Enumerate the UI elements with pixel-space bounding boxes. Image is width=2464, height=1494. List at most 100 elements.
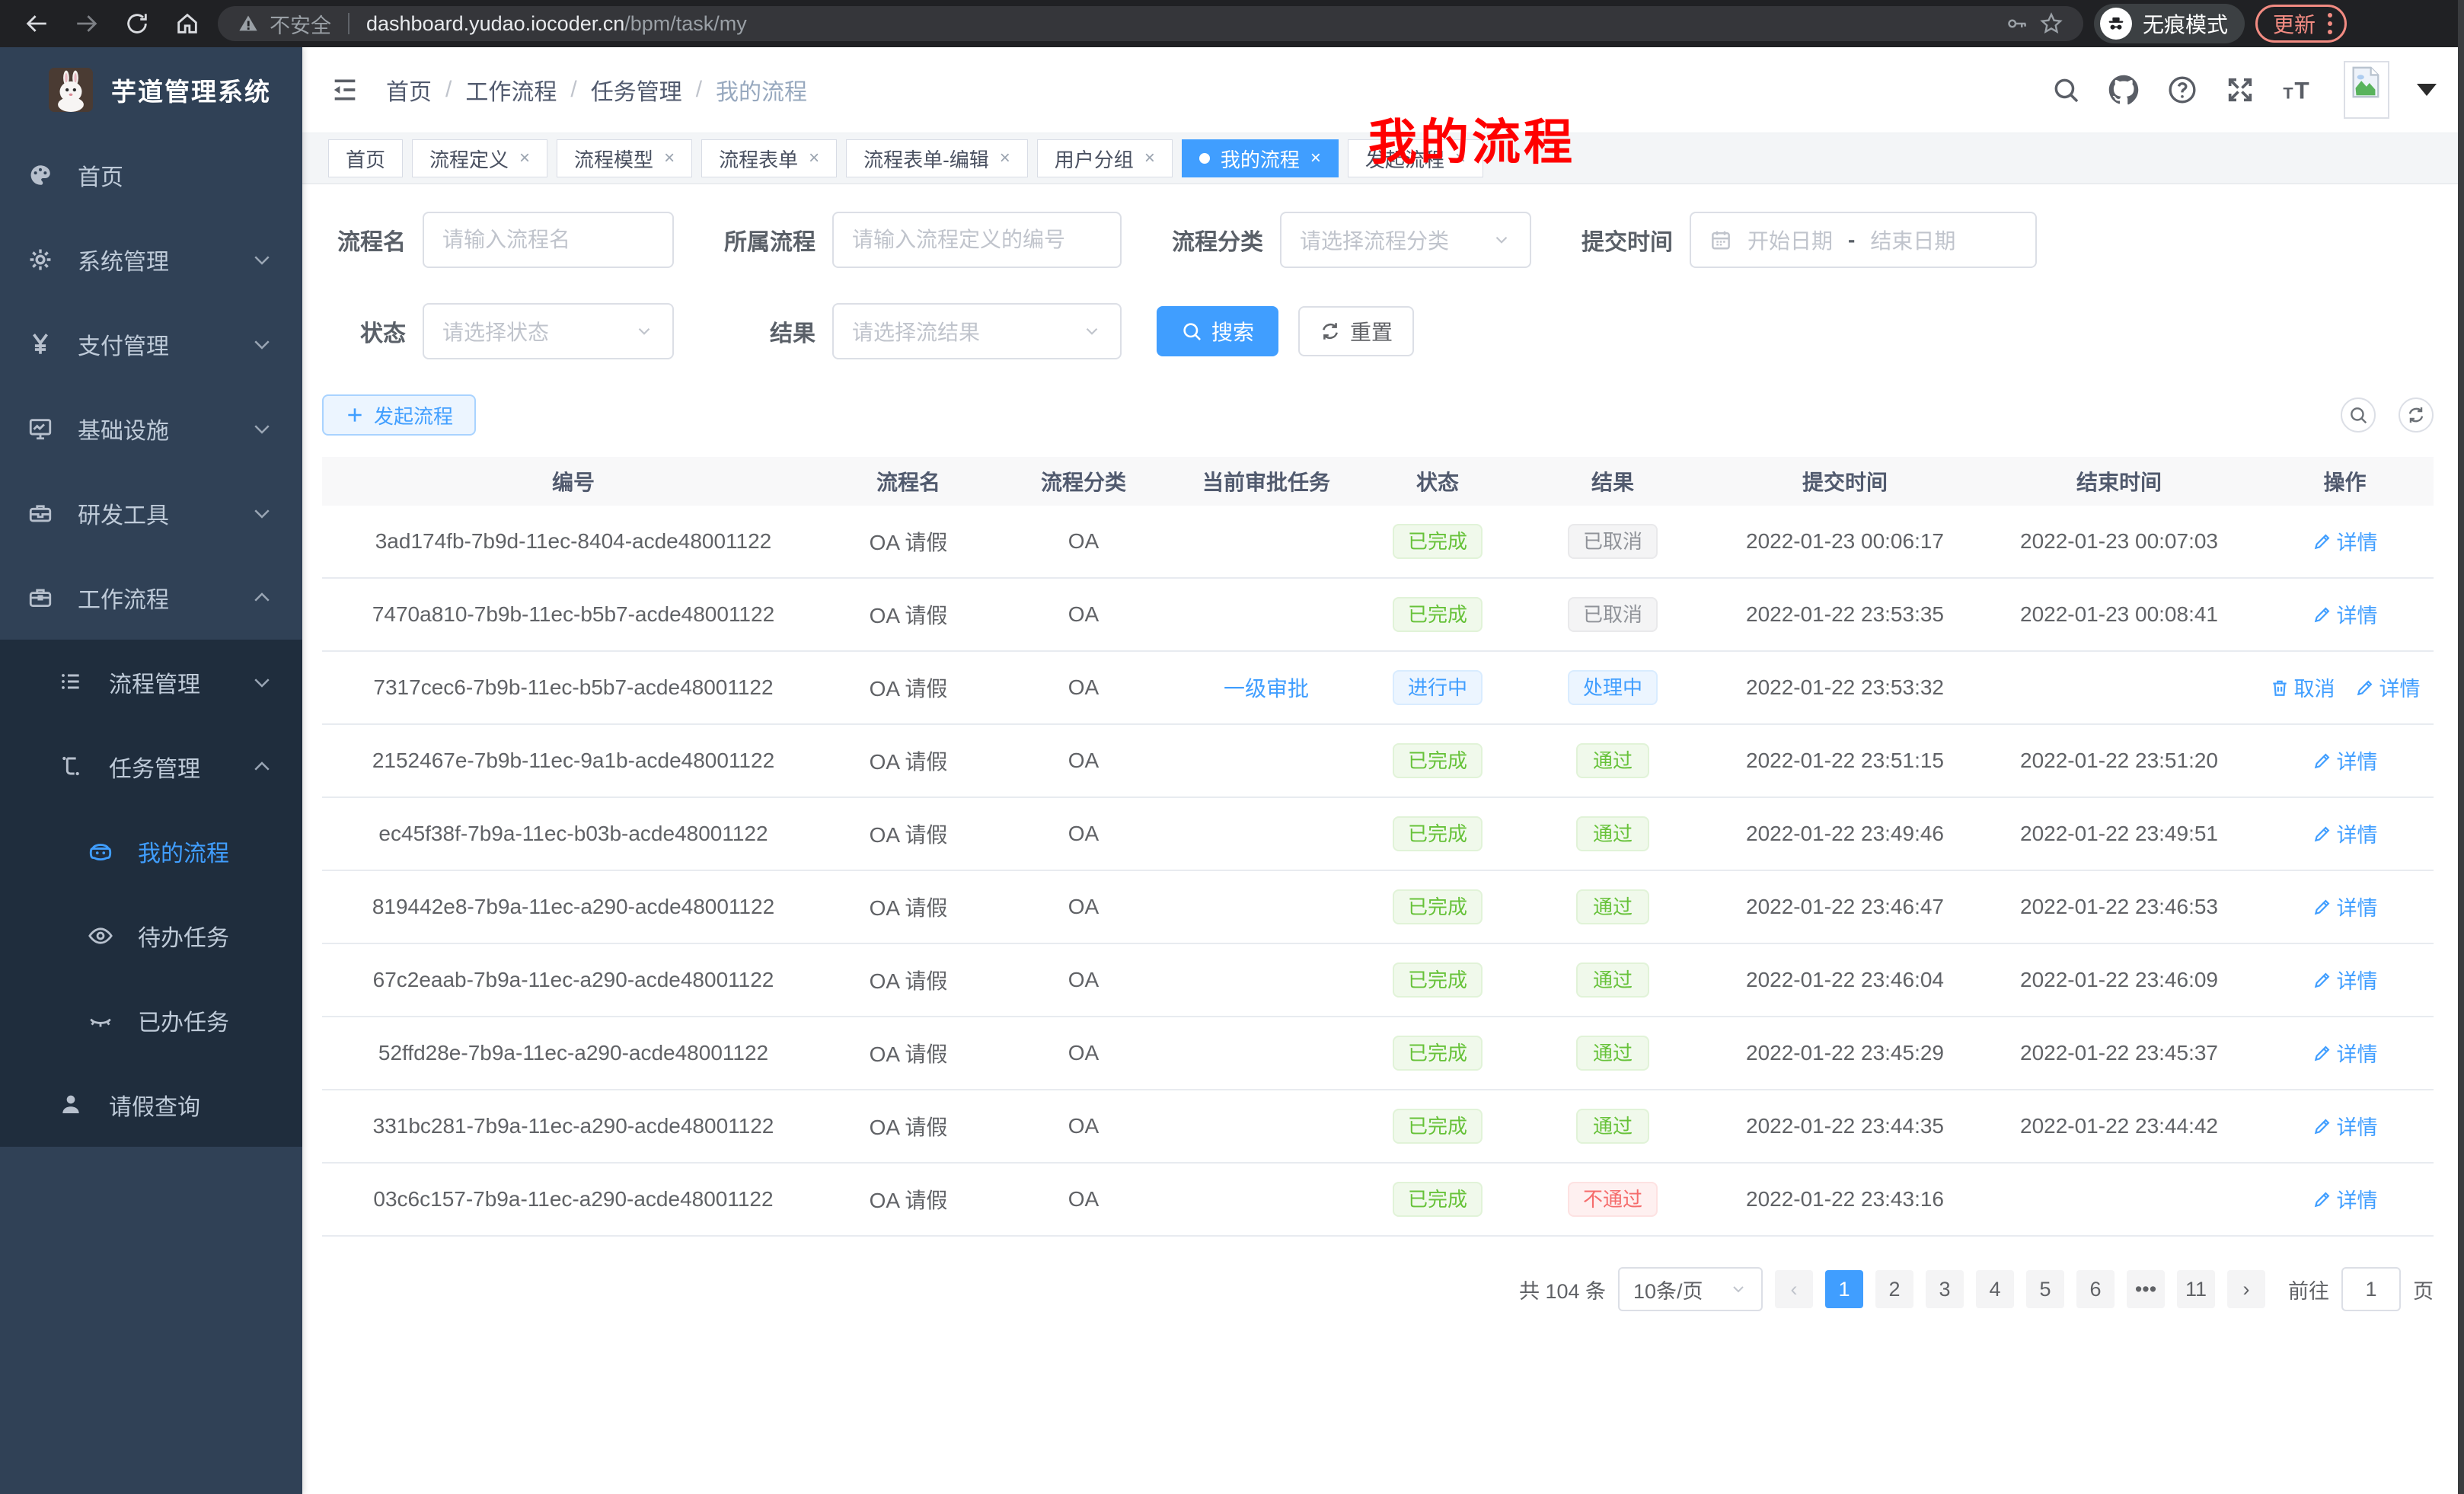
next-page-button[interactable]: › xyxy=(2227,1270,2265,1308)
prev-page-button[interactable]: ‹ xyxy=(1775,1270,1813,1308)
sidebar-item-infra[interactable]: 基础设施 xyxy=(0,386,302,471)
font-size-icon[interactable]: TT xyxy=(2283,75,2316,105)
status-badge: 已完成 xyxy=(1393,889,1483,924)
detail-action-link[interactable]: 详情 xyxy=(2312,1184,2378,1214)
tab-close-icon[interactable]: × xyxy=(519,148,530,169)
cell-status: 已完成 xyxy=(1358,962,1518,998)
detail-action-link[interactable]: 详情 xyxy=(2312,965,2378,994)
sidebar-item-process-mgmt[interactable]: 流程管理 xyxy=(0,640,302,724)
home-icon[interactable] xyxy=(168,4,207,43)
tab[interactable]: 首页 xyxy=(328,139,403,177)
chevron-down-icon xyxy=(1729,1280,1747,1298)
status-select[interactable]: 请选择状态 xyxy=(423,303,674,359)
status-badge: 通过 xyxy=(1576,1109,1649,1144)
help-icon[interactable] xyxy=(2167,75,2197,105)
bookmark-star-icon[interactable] xyxy=(2039,11,2063,36)
detail-action-link[interactable]: 详情 xyxy=(2312,1111,2378,1141)
detail-action-link[interactable]: 详情 xyxy=(2312,892,2378,921)
sidebar-item-devtools[interactable]: 研发工具 xyxy=(0,471,302,555)
current-task-link[interactable]: 一级审批 xyxy=(1224,677,1309,701)
goto-page-input[interactable] xyxy=(2341,1267,2401,1311)
refresh-table-button[interactable] xyxy=(2399,397,2434,433)
cancel-action-link[interactable]: 取消 xyxy=(2270,672,2335,702)
window-scrollbar[interactable] xyxy=(2458,0,2464,1494)
cell-result: 通过 xyxy=(1518,1036,1708,1071)
avatar[interactable] xyxy=(2344,61,2389,119)
cell-id: 7470a810-7b9b-11ec-b5b7-acde48001122 xyxy=(322,602,825,627)
forward-icon[interactable] xyxy=(67,4,107,43)
date-range-picker[interactable]: 开始日期 - 结束日期 xyxy=(1690,212,2037,268)
address-bar[interactable]: 不安全 dashboard.yudao.iocoder.cn/bpm/task/… xyxy=(218,6,2083,41)
page-button[interactable]: 5 xyxy=(2026,1270,2064,1308)
breadcrumb-home[interactable]: 首页 xyxy=(386,73,432,107)
detail-action-link[interactable]: 详情 xyxy=(2312,1038,2378,1068)
tab[interactable]: 流程定义 × xyxy=(412,139,547,177)
cell-id: 52ffd28e-7b9a-11ec-a290-acde48001122 xyxy=(322,1041,825,1065)
sidebar-item-leave-query[interactable]: 请假查询 xyxy=(0,1062,302,1147)
sidebar-item-my-process[interactable]: 我的流程 xyxy=(0,809,302,893)
tab-close-icon[interactable]: × xyxy=(1000,148,1010,169)
status-badge: 通过 xyxy=(1576,962,1649,998)
tab[interactable]: 我的流程 × xyxy=(1182,139,1339,177)
cell-category: OA xyxy=(992,822,1175,846)
breadcrumb-workflow[interactable]: 工作流程 xyxy=(465,73,557,107)
topbar-actions: TT xyxy=(2051,61,2437,119)
create-process-button[interactable]: 发起流程 xyxy=(322,394,476,436)
omnibox-divider xyxy=(348,13,349,34)
sidebar-item-todo-tasks[interactable]: 待办任务 xyxy=(0,893,302,978)
cell-status: 已完成 xyxy=(1358,743,1518,778)
tab-close-icon[interactable]: × xyxy=(1310,148,1321,169)
cell-end-time: 2022-01-22 23:46:53 xyxy=(1982,895,2256,919)
page-size-select[interactable]: 10条/页 xyxy=(1618,1267,1763,1311)
result-select[interactable]: 请选择流结果 xyxy=(832,303,1122,359)
page-ellipsis[interactable]: ••• xyxy=(2127,1270,2165,1308)
sidebar-item-system[interactable]: 系统管理 xyxy=(0,217,302,302)
reload-icon[interactable] xyxy=(117,4,157,43)
sidebar-item-done-tasks[interactable]: 已办任务 xyxy=(0,978,302,1062)
toggle-search-button[interactable] xyxy=(2341,397,2376,433)
page-button[interactable]: 4 xyxy=(1976,1270,2014,1308)
sidebar-collapse-icon[interactable] xyxy=(330,75,360,105)
detail-action-link[interactable]: 详情 xyxy=(2355,672,2421,702)
process-name-input[interactable] xyxy=(423,212,674,268)
breadcrumb-task-mgmt[interactable]: 任务管理 xyxy=(591,73,682,107)
search-button[interactable]: 搜索 xyxy=(1157,306,1278,356)
sidebar-item-task-mgmt[interactable]: 任务管理 xyxy=(0,724,302,809)
page-button[interactable]: 1 xyxy=(1825,1270,1863,1308)
column-header: 流程分类 xyxy=(992,466,1175,496)
detail-action-link[interactable]: 详情 xyxy=(2312,599,2378,629)
search-icon[interactable] xyxy=(2051,75,2080,104)
tab[interactable]: 流程模型 × xyxy=(557,139,692,177)
page-list: 123456 ••• 11 xyxy=(1825,1270,2215,1308)
tab[interactable]: 用户分组 × xyxy=(1037,139,1173,177)
sidebar-item-workflow[interactable]: 工作流程 xyxy=(0,555,302,640)
back-icon[interactable] xyxy=(17,4,56,43)
tab-close-icon[interactable]: × xyxy=(809,148,819,169)
category-select[interactable]: 请选择流程分类 xyxy=(1280,212,1531,268)
column-header: 流程名 xyxy=(825,466,992,496)
tab-close-icon[interactable]: × xyxy=(1144,148,1155,169)
cell-actions: 详情 xyxy=(2256,892,2434,922)
fullscreen-icon[interactable] xyxy=(2225,75,2255,105)
browser-menu-icon[interactable] xyxy=(2328,13,2332,34)
detail-action-link[interactable]: 详情 xyxy=(2312,819,2378,848)
avatar-dropdown-icon[interactable] xyxy=(2417,84,2437,96)
tab[interactable]: 流程表单-编辑 × xyxy=(846,139,1028,177)
page-button[interactable]: 2 xyxy=(1875,1270,1913,1308)
reset-button[interactable]: 重置 xyxy=(1298,306,1414,356)
key-icon[interactable] xyxy=(2006,12,2028,35)
cell-id: 819442e8-7b9a-11ec-a290-acde48001122 xyxy=(322,895,825,919)
github-icon[interactable] xyxy=(2108,74,2140,106)
detail-action-link[interactable]: 详情 xyxy=(2312,745,2378,775)
tab-close-icon[interactable]: × xyxy=(664,148,675,169)
detail-action-link[interactable]: 详情 xyxy=(2312,526,2378,556)
update-button[interactable]: 更新 xyxy=(2255,5,2347,43)
cell-status: 进行中 xyxy=(1358,670,1518,705)
page-button[interactable]: 3 xyxy=(1926,1270,1964,1308)
sidebar-item-home[interactable]: 首页 xyxy=(0,132,302,217)
page-button[interactable]: 6 xyxy=(2076,1270,2115,1308)
sidebar-item-payment[interactable]: 支付管理 xyxy=(0,302,302,386)
definition-input[interactable] xyxy=(832,212,1122,268)
tab[interactable]: 流程表单 × xyxy=(701,139,837,177)
page-button[interactable]: 11 xyxy=(2177,1270,2215,1308)
